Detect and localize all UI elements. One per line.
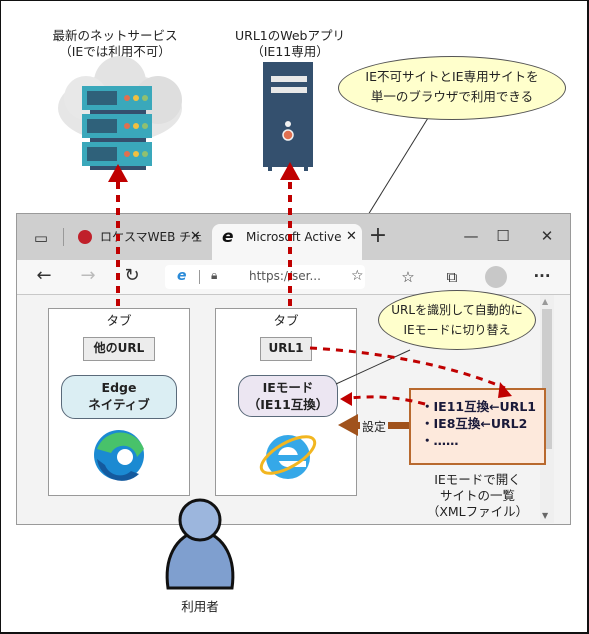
- user-label: 利用者: [181, 599, 219, 614]
- user-icon: [165, 498, 235, 590]
